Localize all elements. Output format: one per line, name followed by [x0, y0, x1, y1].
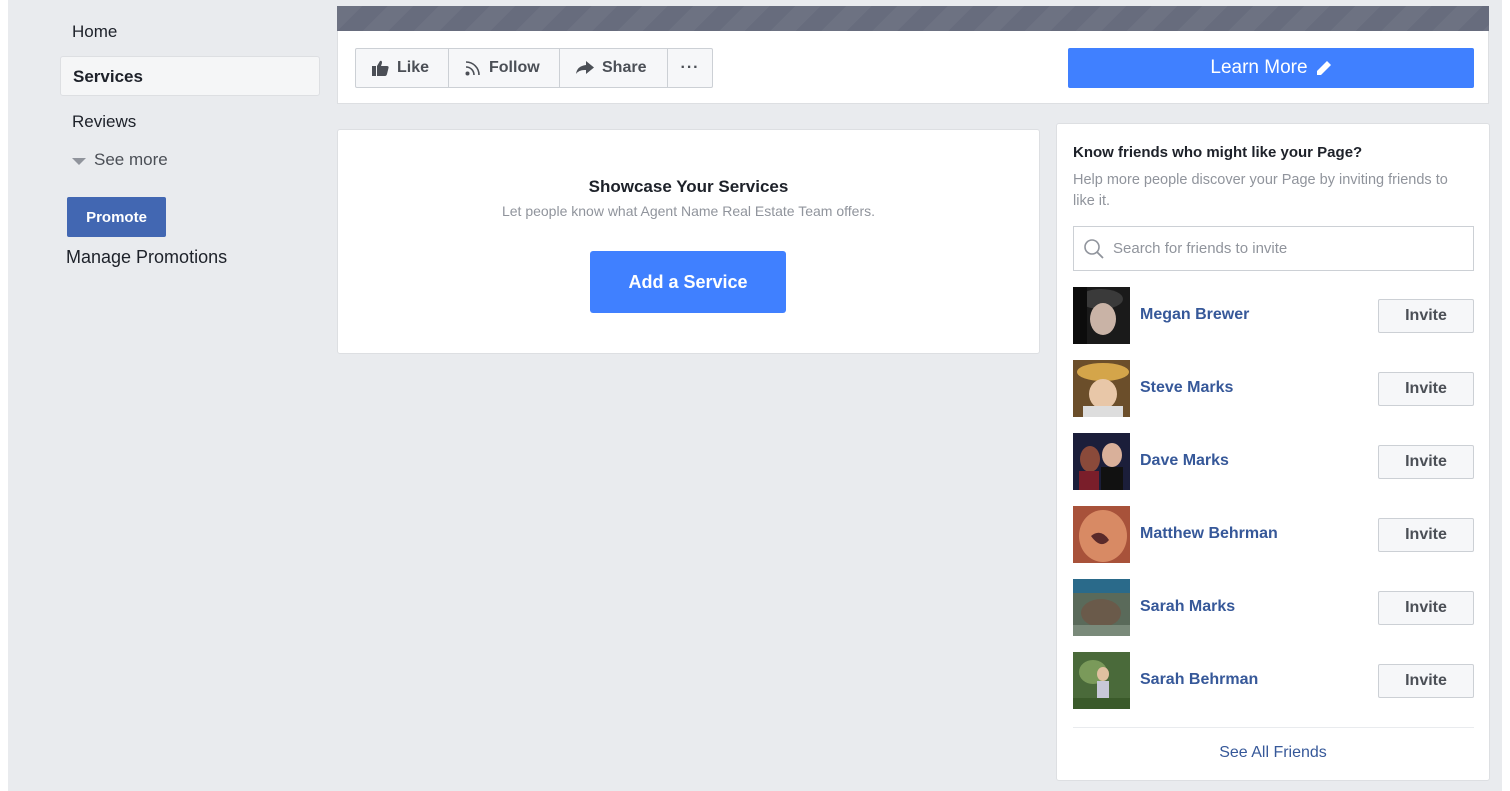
friend-search-box: [1073, 226, 1474, 271]
see-more-label: See more: [94, 150, 168, 169]
invite-button[interactable]: Invite: [1378, 518, 1474, 552]
add-service-button[interactable]: Add a Service: [590, 251, 786, 313]
pencil-icon: [1316, 60, 1332, 76]
friend-row: Matthew Behrman Invite: [1073, 506, 1474, 579]
invite-button[interactable]: Invite: [1378, 445, 1474, 479]
friend-row: Megan Brewer Invite: [1073, 287, 1474, 360]
friend-row: Sarah Marks Invite: [1073, 579, 1474, 652]
invite-button[interactable]: Invite: [1378, 664, 1474, 698]
showcase-description: Let people know what Agent Name Real Est…: [501, 203, 876, 219]
nav-item-home[interactable]: Home: [60, 14, 117, 50]
friend-name[interactable]: Steve Marks: [1140, 379, 1233, 397]
friend-name[interactable]: Sarah Marks: [1140, 598, 1235, 616]
friend-search-input[interactable]: [1113, 240, 1453, 257]
follow-label: Follow: [489, 59, 540, 76]
right-edge: [1502, 0, 1510, 791]
see-more-link[interactable]: See more: [72, 148, 168, 172]
share-label: Share: [602, 59, 647, 76]
manage-promotions-link[interactable]: Manage Promotions: [66, 247, 227, 268]
invite-card-subtitle: Help more people discover your Page by i…: [1073, 172, 1448, 209]
learn-more-label: Learn More: [1210, 57, 1308, 78]
showcase-services-card: Showcase Your Services Let people know w…: [337, 129, 1040, 354]
page-action-buttons: Like Follow Share ···: [355, 48, 713, 88]
nav-item-services[interactable]: Services: [60, 56, 320, 96]
friend-row: Steve Marks Invite: [1073, 360, 1474, 433]
more-options-button[interactable]: ···: [668, 49, 712, 87]
avatar[interactable]: [1073, 433, 1130, 490]
like-label: Like: [397, 59, 430, 76]
search-icon: [1083, 238, 1105, 260]
avatar[interactable]: [1073, 652, 1130, 709]
friend-list: Megan Brewer Invite Steve Marks Invite D…: [1073, 287, 1474, 725]
avatar[interactable]: [1073, 287, 1130, 344]
see-all-friends-link[interactable]: See All Friends: [1057, 744, 1489, 762]
nav-item-reviews[interactable]: Reviews: [60, 104, 136, 140]
friend-name[interactable]: Matthew Behrman: [1140, 525, 1278, 543]
learn-more-button[interactable]: Learn More: [1068, 48, 1474, 88]
rss-feed-icon: [465, 60, 481, 76]
share-arrow-icon: [576, 61, 594, 75]
invite-button[interactable]: Invite: [1378, 372, 1474, 406]
caret-down-icon: [72, 157, 86, 165]
more-options-icon: ···: [680, 59, 700, 76]
showcase-title: Showcase Your Services: [588, 177, 789, 196]
friend-row: Dave Marks Invite: [1073, 433, 1474, 506]
avatar[interactable]: [1073, 360, 1130, 417]
friend-row: Sarah Behrman Invite: [1073, 652, 1474, 725]
like-button[interactable]: Like: [356, 49, 449, 87]
avatar[interactable]: [1073, 506, 1130, 563]
share-button[interactable]: Share: [560, 49, 668, 87]
follow-button[interactable]: Follow: [449, 49, 560, 87]
thumbs-up-icon: [372, 60, 389, 76]
divider: [1073, 727, 1474, 728]
invite-button[interactable]: Invite: [1378, 299, 1474, 333]
avatar[interactable]: [1073, 579, 1130, 636]
invite-button[interactable]: Invite: [1378, 591, 1474, 625]
friend-name[interactable]: Megan Brewer: [1140, 306, 1249, 324]
invite-card-title: Know friends who might like your Page?: [1073, 144, 1363, 161]
friend-name[interactable]: Dave Marks: [1140, 452, 1229, 470]
friend-name[interactable]: Sarah Behrman: [1140, 671, 1258, 689]
promote-button[interactable]: Promote: [67, 197, 166, 237]
cover-photo-strip: [337, 6, 1489, 31]
page-action-bar: Like Follow Share ··· Learn More: [337, 31, 1489, 104]
invite-friends-card: Know friends who might like your Page? H…: [1056, 123, 1490, 781]
